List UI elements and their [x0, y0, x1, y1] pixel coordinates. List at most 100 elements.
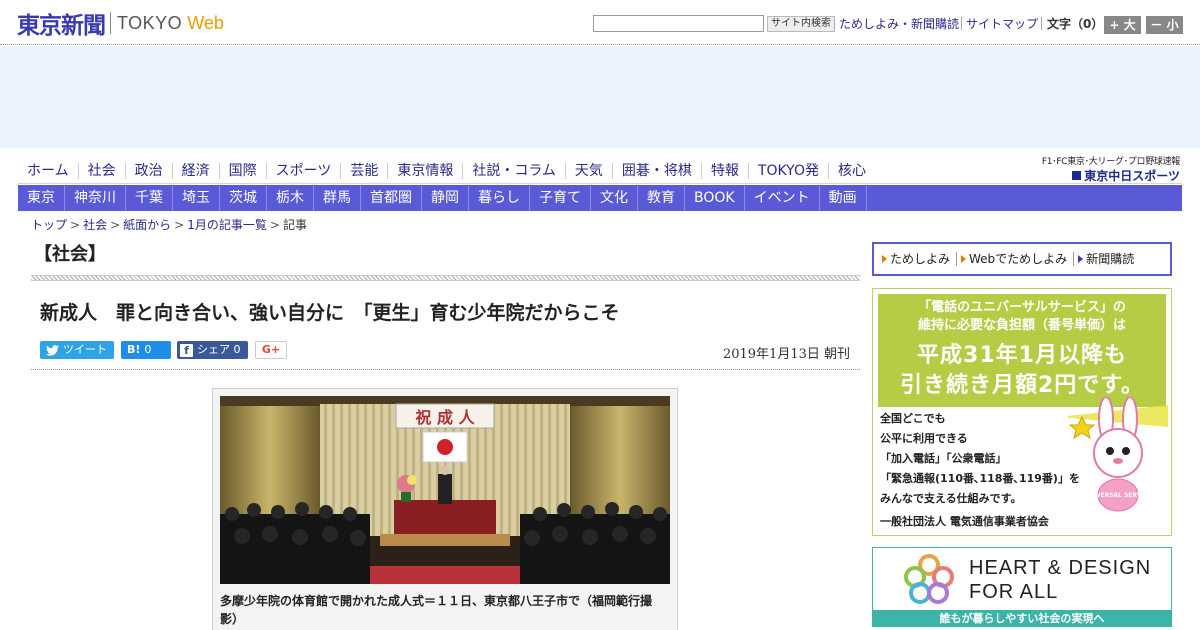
nav-weather[interactable]: 天気 — [564, 163, 612, 179]
sports-main-label: 東京中日スポーツ — [1030, 167, 1180, 184]
arrow-right-icon — [961, 255, 967, 263]
ad2-title-line-2: FOR ALL — [969, 581, 1059, 603]
ad2-tagline: 誰もが暮らしやすい社会の実現へ — [873, 610, 1171, 626]
ad2-title-line-1: HEART & DESIGN — [969, 557, 1152, 579]
nav-go-shogi[interactable]: 囲碁・将棋 — [611, 163, 701, 179]
breadcrumb-from-paper[interactable]: 紙面から — [123, 218, 171, 232]
nav-education[interactable]: 教育 — [638, 185, 685, 211]
sitemap-link[interactable]: サイトマップ — [966, 16, 1038, 32]
region-shizuoka[interactable]: 静岡 — [422, 185, 469, 211]
article-photo[interactable]: 祝 成 人 — [220, 396, 670, 584]
hatena-bookmark-button[interactable]: B! 0 — [121, 341, 171, 359]
header-separator — [834, 17, 835, 30]
trial-subscription-link[interactable]: ためしよみ・新聞購読 — [839, 16, 959, 32]
nav-events[interactable]: イベント — [745, 185, 820, 211]
nav-tokyo-info[interactable]: 東京情報 — [387, 163, 462, 179]
article-photo-figure: 祝 成 人 多摩少年院の体育館で開かれた成人式＝１１日、東京都八王子市で（福岡範… — [212, 388, 678, 630]
site-search-button[interactable]: サイト内検索 — [767, 16, 835, 32]
nav-society[interactable]: 社会 — [77, 163, 125, 179]
twitter-share-label: ツイート — [63, 343, 107, 356]
nav-special-report[interactable]: 特報 — [700, 163, 748, 179]
breadcrumb-january-list[interactable]: 1月の記事一覧 — [187, 218, 267, 232]
heart-design-ad[interactable]: HEART & DESIGN FOR ALL 誰もが暮らしやすい社会の実現へ — [872, 547, 1172, 627]
twitter-share-button[interactable]: ツイート — [40, 341, 114, 359]
breadcrumb-separator: > — [174, 218, 185, 232]
twitter-icon — [46, 344, 59, 356]
header-separator — [1041, 17, 1042, 30]
universal-service-ad[interactable]: 「電話のユニバーサルサービス」の 維持に必要な負担額（番号単価）は 平成31年1… — [872, 288, 1172, 536]
region-ibaraki[interactable]: 茨城 — [220, 185, 267, 211]
nav-parenting[interactable]: 子育て — [530, 185, 591, 211]
ad-headline-panel: 「電話のユニバーサルサービス」の 維持に必要な負担額（番号単価）は 平成31年1… — [878, 294, 1166, 407]
nav-sports[interactable]: スポーツ — [265, 163, 341, 179]
header-separator — [961, 17, 962, 30]
trial-read-link[interactable]: ためしよみ — [878, 252, 958, 266]
trial-read-label: ためしよみ — [890, 252, 951, 266]
region-gunma[interactable]: 群馬 — [314, 185, 361, 211]
ad-body-line: 「緊急通報(110番､118番､119番)」を — [880, 472, 1080, 485]
nav-entertainment[interactable]: 芸能 — [340, 163, 387, 179]
breadcrumb-separator: > — [269, 218, 280, 232]
breadcrumb-society[interactable]: 社会 — [83, 218, 107, 232]
site-logo[interactable]: 東京新聞 TOKYO Web — [17, 9, 224, 39]
sports-main-text: 東京中日スポーツ — [1084, 169, 1180, 183]
nav-tokyo-origin[interactable]: TOKYO発 — [747, 163, 828, 179]
ad-body-line: 「加入電話」「公衆電話」 — [880, 452, 1007, 465]
nav-economy[interactable]: 経済 — [171, 163, 219, 179]
nav-politics[interactable]: 政治 — [124, 163, 172, 179]
breadcrumb-top[interactable]: トップ — [31, 218, 67, 232]
chunichi-sports-link[interactable]: F1･FC東京･大リーグ･プロ野球速報 東京中日スポーツ — [1030, 154, 1180, 184]
region-shutoken[interactable]: 首都圏 — [361, 185, 422, 211]
nav-international[interactable]: 国際 — [218, 163, 266, 179]
region-kanagawa[interactable]: 神奈川 — [65, 185, 126, 211]
region-chiba[interactable]: 千葉 — [126, 185, 173, 211]
ad-body-line: 公平に利用できる — [880, 432, 968, 445]
nav-living[interactable]: 暮らし — [469, 185, 530, 211]
google-plus-button[interactable]: G+ — [255, 341, 287, 359]
sports-sub-label: F1･FC東京･大リーグ･プロ野球速報 — [1041, 157, 1180, 167]
region-nav: 東京 神奈川 千葉 埼玉 茨城 栃木 群馬 首都圏 静岡 暮らし 子育て 文化 … — [18, 185, 1182, 211]
subscribe-link[interactable]: 新聞購読 — [1074, 252, 1140, 266]
rabbit-mascot-icon: UNIVERSAL SERVICE — [1068, 397, 1168, 512]
nav-core[interactable]: 核心 — [827, 163, 875, 179]
ad-body-line: 全国どこでも — [880, 412, 946, 425]
arrow-right-icon — [1078, 255, 1084, 263]
breadcrumb-separator: > — [110, 218, 121, 232]
ceremony-banner-text: 祝 成 人 — [415, 408, 475, 427]
nav-book[interactable]: BOOK — [685, 185, 745, 211]
font-size-label: 文字（0） — [1047, 17, 1104, 31]
nav-culture[interactable]: 文化 — [591, 185, 638, 211]
region-tokyo[interactable]: 東京 — [18, 185, 65, 211]
web-trial-read-label: Webでためしよみ — [969, 252, 1068, 266]
logo-web: Web — [187, 12, 224, 33]
facebook-share-label: シェア — [197, 343, 230, 356]
google-plus-icon: G+ — [261, 343, 281, 356]
region-saitama[interactable]: 埼玉 — [173, 185, 220, 211]
hatena-count: 0 — [144, 343, 152, 356]
site-header: 東京新聞 TOKYO Web サイト内検索 ためしよみ・新聞購読 サイトマップ … — [0, 0, 1200, 45]
site-search-input[interactable] — [593, 15, 764, 32]
logo-tokyo: TOKYO — [117, 12, 183, 33]
breadcrumb-current: 記事 — [282, 218, 307, 232]
nav-video[interactable]: 動画 — [820, 185, 867, 211]
facebook-share-button[interactable]: f シェア 0 — [177, 341, 248, 359]
article-header-divider — [31, 369, 860, 370]
ad-big-line-2: 引き続き月額2円です。 — [899, 373, 1145, 398]
ad-sponsor: 一般社団法人 電気通信事業者協会 — [880, 515, 1049, 528]
main-nav-divider — [18, 183, 1182, 184]
nav-home[interactable]: ホーム — [18, 163, 78, 179]
ad-big-line-1: 平成31年1月以降も — [917, 343, 1127, 368]
subscription-links-box: ためしよみ Webでためしよみ 新聞購読 — [872, 242, 1172, 276]
photo-caption: 多摩少年院の体育館で開かれた成人式＝１１日、東京都八王子市で（福岡範行撮影） — [220, 594, 653, 626]
font-larger-button[interactable]: + 大 — [1104, 16, 1141, 34]
ad-body: 全国どこでも 公平に利用できる 「加入電話」「公衆電話」 「緊急通報(110番､… — [880, 409, 1080, 509]
font-smaller-button[interactable]: － 小 — [1146, 16, 1183, 34]
facebook-count: 0 — [233, 343, 241, 356]
nav-editorial-column[interactable]: 社説・コラム — [462, 163, 565, 179]
arrow-right-icon — [882, 255, 887, 263]
hatena-bookmark-icon: B! — [127, 343, 141, 356]
web-trial-read-link[interactable]: Webでためしよみ — [957, 252, 1075, 266]
facebook-icon: f — [180, 343, 193, 357]
section-title-rule — [31, 275, 860, 281]
region-tochigi[interactable]: 栃木 — [267, 185, 314, 211]
